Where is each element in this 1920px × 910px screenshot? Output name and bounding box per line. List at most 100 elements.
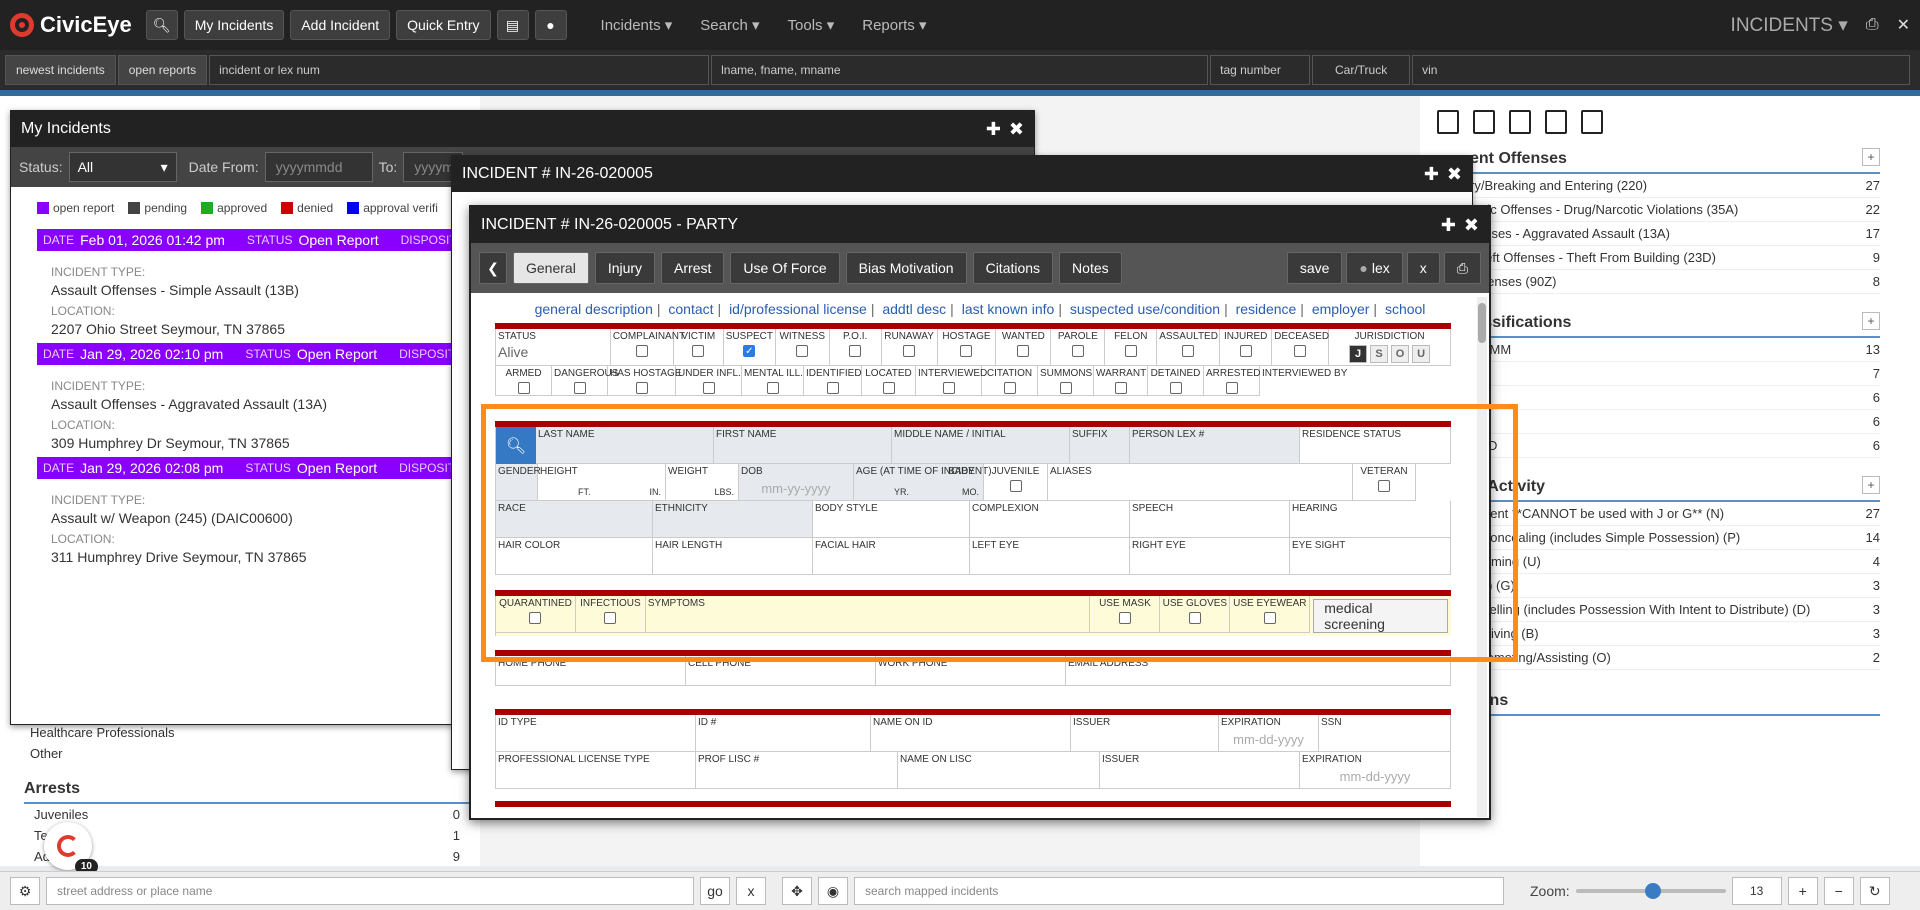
felon-checkbox[interactable] bbox=[1124, 345, 1137, 357]
list-item[interactable]: ry/Breaking and Entering (220) 27 bbox=[1470, 174, 1880, 198]
dob-input[interactable]: DOB mm-yy-yyyy bbox=[739, 464, 854, 501]
facial-hair-select[interactable]: FACIAL HAIR bbox=[813, 538, 970, 575]
menu-tools[interactable]: Tools ▾ bbox=[788, 16, 835, 34]
body-style-select[interactable]: BODY STYLE bbox=[813, 501, 970, 538]
list-item[interactable]: ate) (G) 3 bbox=[1470, 574, 1880, 598]
complexion-select[interactable]: COMPLEXION bbox=[970, 501, 1130, 538]
list-item[interactable]: 6 bbox=[1470, 410, 1880, 434]
expand-button[interactable]: + bbox=[1862, 148, 1880, 166]
tab-notes[interactable]: Notes bbox=[1059, 252, 1122, 284]
id-expiration-input[interactable]: EXPIRATION mm-dd-yyyy bbox=[1219, 715, 1319, 752]
deceased-checkbox[interactable] bbox=[1294, 345, 1307, 357]
map-pin-icon[interactable]: ◉ bbox=[818, 877, 848, 905]
right-eye-select[interactable]: RIGHT EYE bbox=[1130, 538, 1290, 575]
tab-use-of-force[interactable]: Use Of Force bbox=[730, 252, 840, 284]
crosshair-icon[interactable]: ✥ bbox=[782, 877, 812, 905]
status-select[interactable]: All ▾ bbox=[68, 152, 177, 182]
search-icon-button[interactable]: 🔍︎ bbox=[145, 10, 178, 40]
clear-button[interactable]: x bbox=[736, 877, 766, 905]
ethnicity-select[interactable]: ETHNICITY bbox=[653, 501, 813, 538]
jurisdiction-s[interactable]: S bbox=[1370, 345, 1389, 363]
link-id-license[interactable]: id/professional license bbox=[729, 301, 867, 317]
link-suspected-use[interactable]: suspected use/condition bbox=[1070, 301, 1220, 317]
license-expiration-input[interactable]: EXPIRATION mm-dd-yyyy bbox=[1300, 752, 1451, 789]
jurisdiction-u[interactable]: U bbox=[1412, 345, 1431, 363]
scrollbar[interactable] bbox=[1477, 297, 1487, 817]
window-header[interactable]: My Incidents ✚ ✖ bbox=[11, 111, 1034, 147]
eye-sight-select[interactable]: EYE SIGHT bbox=[1290, 538, 1451, 575]
quarantined-checkbox[interactable] bbox=[529, 612, 542, 624]
zoom-slider-handle[interactable] bbox=[1645, 883, 1662, 899]
window-header[interactable]: INCIDENT # IN-26-020005 - PARTY ✚ ✖ bbox=[471, 207, 1489, 243]
last-name-input[interactable]: LAST NAME bbox=[536, 427, 714, 464]
residence-status-select[interactable]: RESIDENCE STATUS bbox=[1300, 427, 1451, 464]
link-contact[interactable]: contact bbox=[668, 301, 713, 317]
wanted-checkbox[interactable] bbox=[1017, 345, 1030, 357]
medical-screening-button[interactable]: medical screening bbox=[1313, 599, 1448, 633]
link-last-known-info[interactable]: last known info bbox=[962, 301, 1055, 317]
jurisdiction-o[interactable]: O bbox=[1391, 345, 1410, 363]
list-item[interactable]: g/Concealing (includes Simple Possession… bbox=[1470, 526, 1880, 550]
zoom-in-button[interactable]: + bbox=[1787, 877, 1818, 905]
add-incident-button[interactable]: Add Incident bbox=[290, 10, 391, 40]
id-issuer-input[interactable]: ISSUER bbox=[1071, 715, 1219, 752]
newest-incidents-button[interactable]: newest incidents bbox=[5, 55, 116, 85]
close-form-button[interactable]: x bbox=[1406, 252, 1440, 284]
back-button[interactable]: ❮ bbox=[479, 252, 507, 284]
infectious-checkbox[interactable] bbox=[604, 612, 617, 624]
hostage-checkbox[interactable] bbox=[960, 345, 973, 357]
tag-number-input[interactable]: tag number bbox=[1210, 55, 1311, 85]
brand[interactable]: CivicEye bbox=[10, 12, 132, 38]
list-item[interactable]: eceiving (B) 3 bbox=[1470, 622, 1880, 646]
list-item[interactable]: COMM13 bbox=[1470, 338, 1880, 362]
zoom-level-input[interactable]: 13 bbox=[1731, 877, 1782, 905]
list-item[interactable]: lvment **CANNOT be used with J or G** (N… bbox=[1470, 502, 1880, 526]
list-item[interactable]: 6 bbox=[1470, 386, 1880, 410]
cell-phone-input[interactable]: CELL PHONE bbox=[686, 656, 876, 686]
list-item[interactable]: ffenses - Aggravated Assault (13A) 17 bbox=[1470, 222, 1880, 246]
map-person-icon[interactable] bbox=[1509, 110, 1531, 134]
link-residence[interactable]: residence bbox=[1236, 301, 1297, 317]
tab-citations[interactable]: Citations bbox=[972, 252, 1054, 284]
zoom-slider[interactable] bbox=[1575, 883, 1726, 899]
interviewed-checkbox[interactable] bbox=[942, 382, 955, 394]
expand-button[interactable]: + bbox=[1862, 476, 1880, 494]
window-header[interactable]: INCIDENT # IN-26-020005 ✚ ✖ bbox=[452, 156, 1472, 192]
maximize-icon[interactable]: ✚ bbox=[986, 119, 1001, 140]
height-input[interactable]: HEIGHT FT. IN. bbox=[538, 464, 666, 501]
close-icon[interactable]: ✖ bbox=[1447, 164, 1462, 185]
use-eyewear-checkbox[interactable] bbox=[1263, 612, 1276, 624]
link-employer[interactable]: employer bbox=[1312, 301, 1370, 317]
race-select[interactable]: RACE bbox=[496, 501, 653, 538]
maximize-icon[interactable]: ✚ bbox=[1424, 164, 1439, 185]
id-number-input[interactable]: ID # bbox=[696, 715, 871, 752]
list-item[interactable]: Other bbox=[20, 743, 470, 764]
identified-checkbox[interactable] bbox=[826, 382, 839, 394]
list-item[interactable]: Healthcare Professionals bbox=[20, 722, 470, 743]
interviewed-by-field[interactable]: INTERVIEWED BY bbox=[1260, 366, 1450, 396]
zoom-out-button[interactable]: − bbox=[1823, 877, 1854, 905]
calendar-icon[interactable] bbox=[1473, 110, 1495, 134]
close-icon[interactable]: ✕ bbox=[1897, 15, 1910, 35]
symptoms-input[interactable]: SYMPTOMS bbox=[645, 596, 1091, 633]
list-item[interactable]: Theft Offenses - Theft From Building (23… bbox=[1470, 246, 1880, 270]
tab-arrest[interactable]: Arrest bbox=[661, 252, 725, 284]
list-item[interactable]: g/Selling (includes Possession With Inte… bbox=[1470, 598, 1880, 622]
menu-reports[interactable]: Reports ▾ bbox=[862, 16, 926, 34]
home-phone-input[interactable]: HOME PHONE bbox=[496, 656, 686, 686]
list-icon-button[interactable]: ▤ bbox=[496, 10, 529, 40]
parole-checkbox[interactable] bbox=[1071, 345, 1084, 357]
summons-checkbox[interactable] bbox=[1059, 382, 1072, 394]
link-general-description[interactable]: general description bbox=[535, 301, 653, 317]
mental-ill-checkbox[interactable] bbox=[766, 382, 779, 394]
maximize-icon[interactable]: ✚ bbox=[1441, 215, 1456, 236]
located-checkbox[interactable] bbox=[882, 382, 895, 394]
expand-button[interactable]: + bbox=[1862, 312, 1880, 330]
name-on-license-input[interactable]: NAME ON LISC bbox=[898, 752, 1100, 789]
under-influence-checkbox[interactable] bbox=[702, 382, 715, 394]
middle-name-input[interactable]: MIDDLE NAME / INITIAL bbox=[892, 427, 1070, 464]
tab-bias-motivation[interactable]: Bias Motivation bbox=[845, 252, 967, 284]
use-mask-checkbox[interactable] bbox=[1118, 612, 1131, 624]
open-reports-button[interactable]: open reports bbox=[117, 55, 208, 85]
link-addtl-desc[interactable]: addtl desc bbox=[882, 301, 946, 317]
